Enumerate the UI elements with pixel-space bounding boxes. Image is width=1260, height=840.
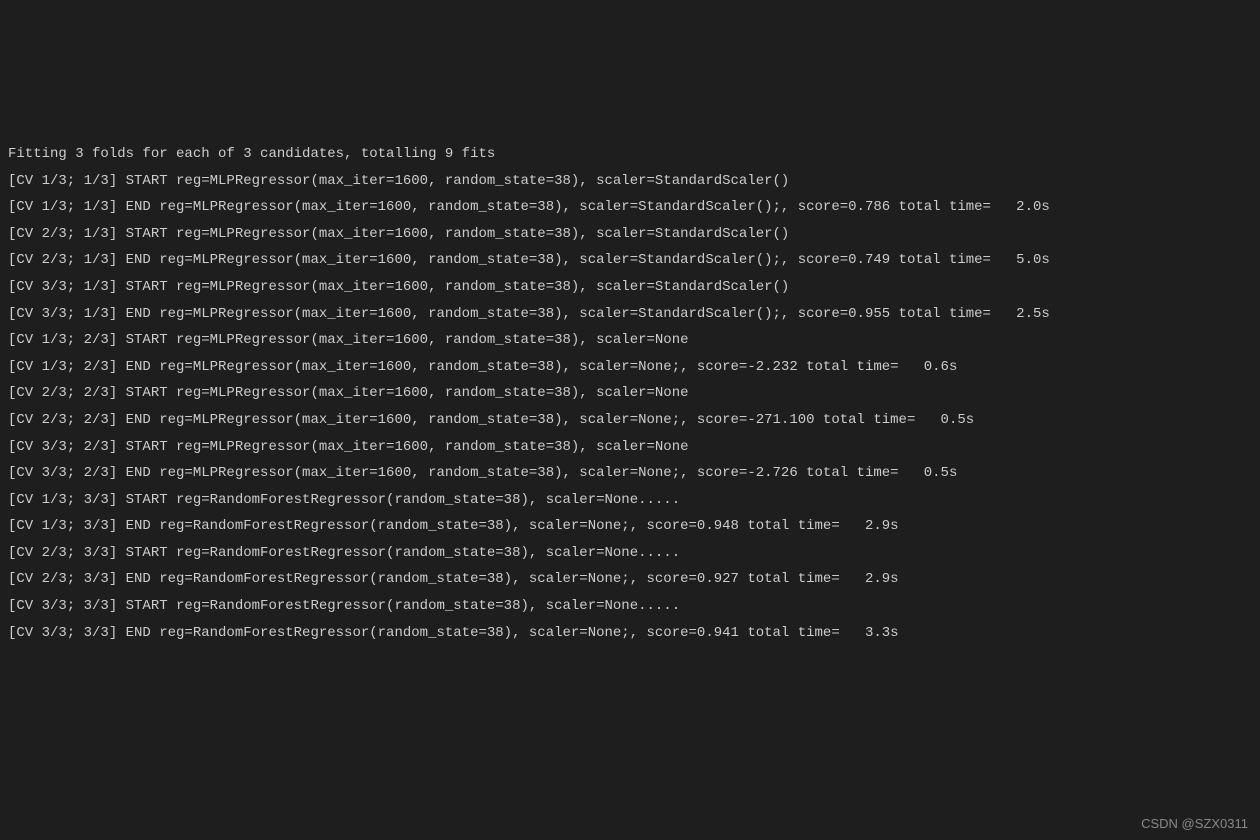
terminal-output: Fitting 3 folds for each of 3 candidates… [8, 114, 1252, 646]
terminal-line: [CV 2/3; 2/3] END reg=MLPRegressor(max_i… [8, 407, 1252, 434]
terminal-line: [CV 2/3; 2/3] START reg=MLPRegressor(max… [8, 380, 1252, 407]
terminal-line: [CV 1/3; 2/3] START reg=MLPRegressor(max… [8, 327, 1252, 354]
watermark-text: CSDN @SZX0311 [1141, 812, 1248, 837]
terminal-line: [CV 2/3; 3/3] END reg=RandomForestRegres… [8, 566, 1252, 593]
terminal-line: [CV 3/3; 2/3] START reg=MLPRegressor(max… [8, 434, 1252, 461]
terminal-line: [CV 3/3; 3/3] START reg=RandomForestRegr… [8, 593, 1252, 620]
terminal-line: [CV 1/3; 3/3] START reg=RandomForestRegr… [8, 487, 1252, 514]
terminal-line: [CV 3/3; 3/3] END reg=RandomForestRegres… [8, 620, 1252, 647]
terminal-line: [CV 1/3; 2/3] END reg=MLPRegressor(max_i… [8, 354, 1252, 381]
terminal-line: [CV 1/3; 1/3] END reg=MLPRegressor(max_i… [8, 194, 1252, 221]
terminal-line: [CV 1/3; 1/3] START reg=MLPRegressor(max… [8, 168, 1252, 195]
terminal-header-line: Fitting 3 folds for each of 3 candidates… [8, 141, 1252, 168]
terminal-line: [CV 2/3; 1/3] START reg=MLPRegressor(max… [8, 221, 1252, 248]
terminal-line: [CV 3/3; 2/3] END reg=MLPRegressor(max_i… [8, 460, 1252, 487]
terminal-line: [CV 1/3; 3/3] END reg=RandomForestRegres… [8, 513, 1252, 540]
terminal-line: [CV 2/3; 1/3] END reg=MLPRegressor(max_i… [8, 247, 1252, 274]
terminal-line: [CV 3/3; 1/3] END reg=MLPRegressor(max_i… [8, 301, 1252, 328]
terminal-line: [CV 2/3; 3/3] START reg=RandomForestRegr… [8, 540, 1252, 567]
terminal-line: [CV 3/3; 1/3] START reg=MLPRegressor(max… [8, 274, 1252, 301]
